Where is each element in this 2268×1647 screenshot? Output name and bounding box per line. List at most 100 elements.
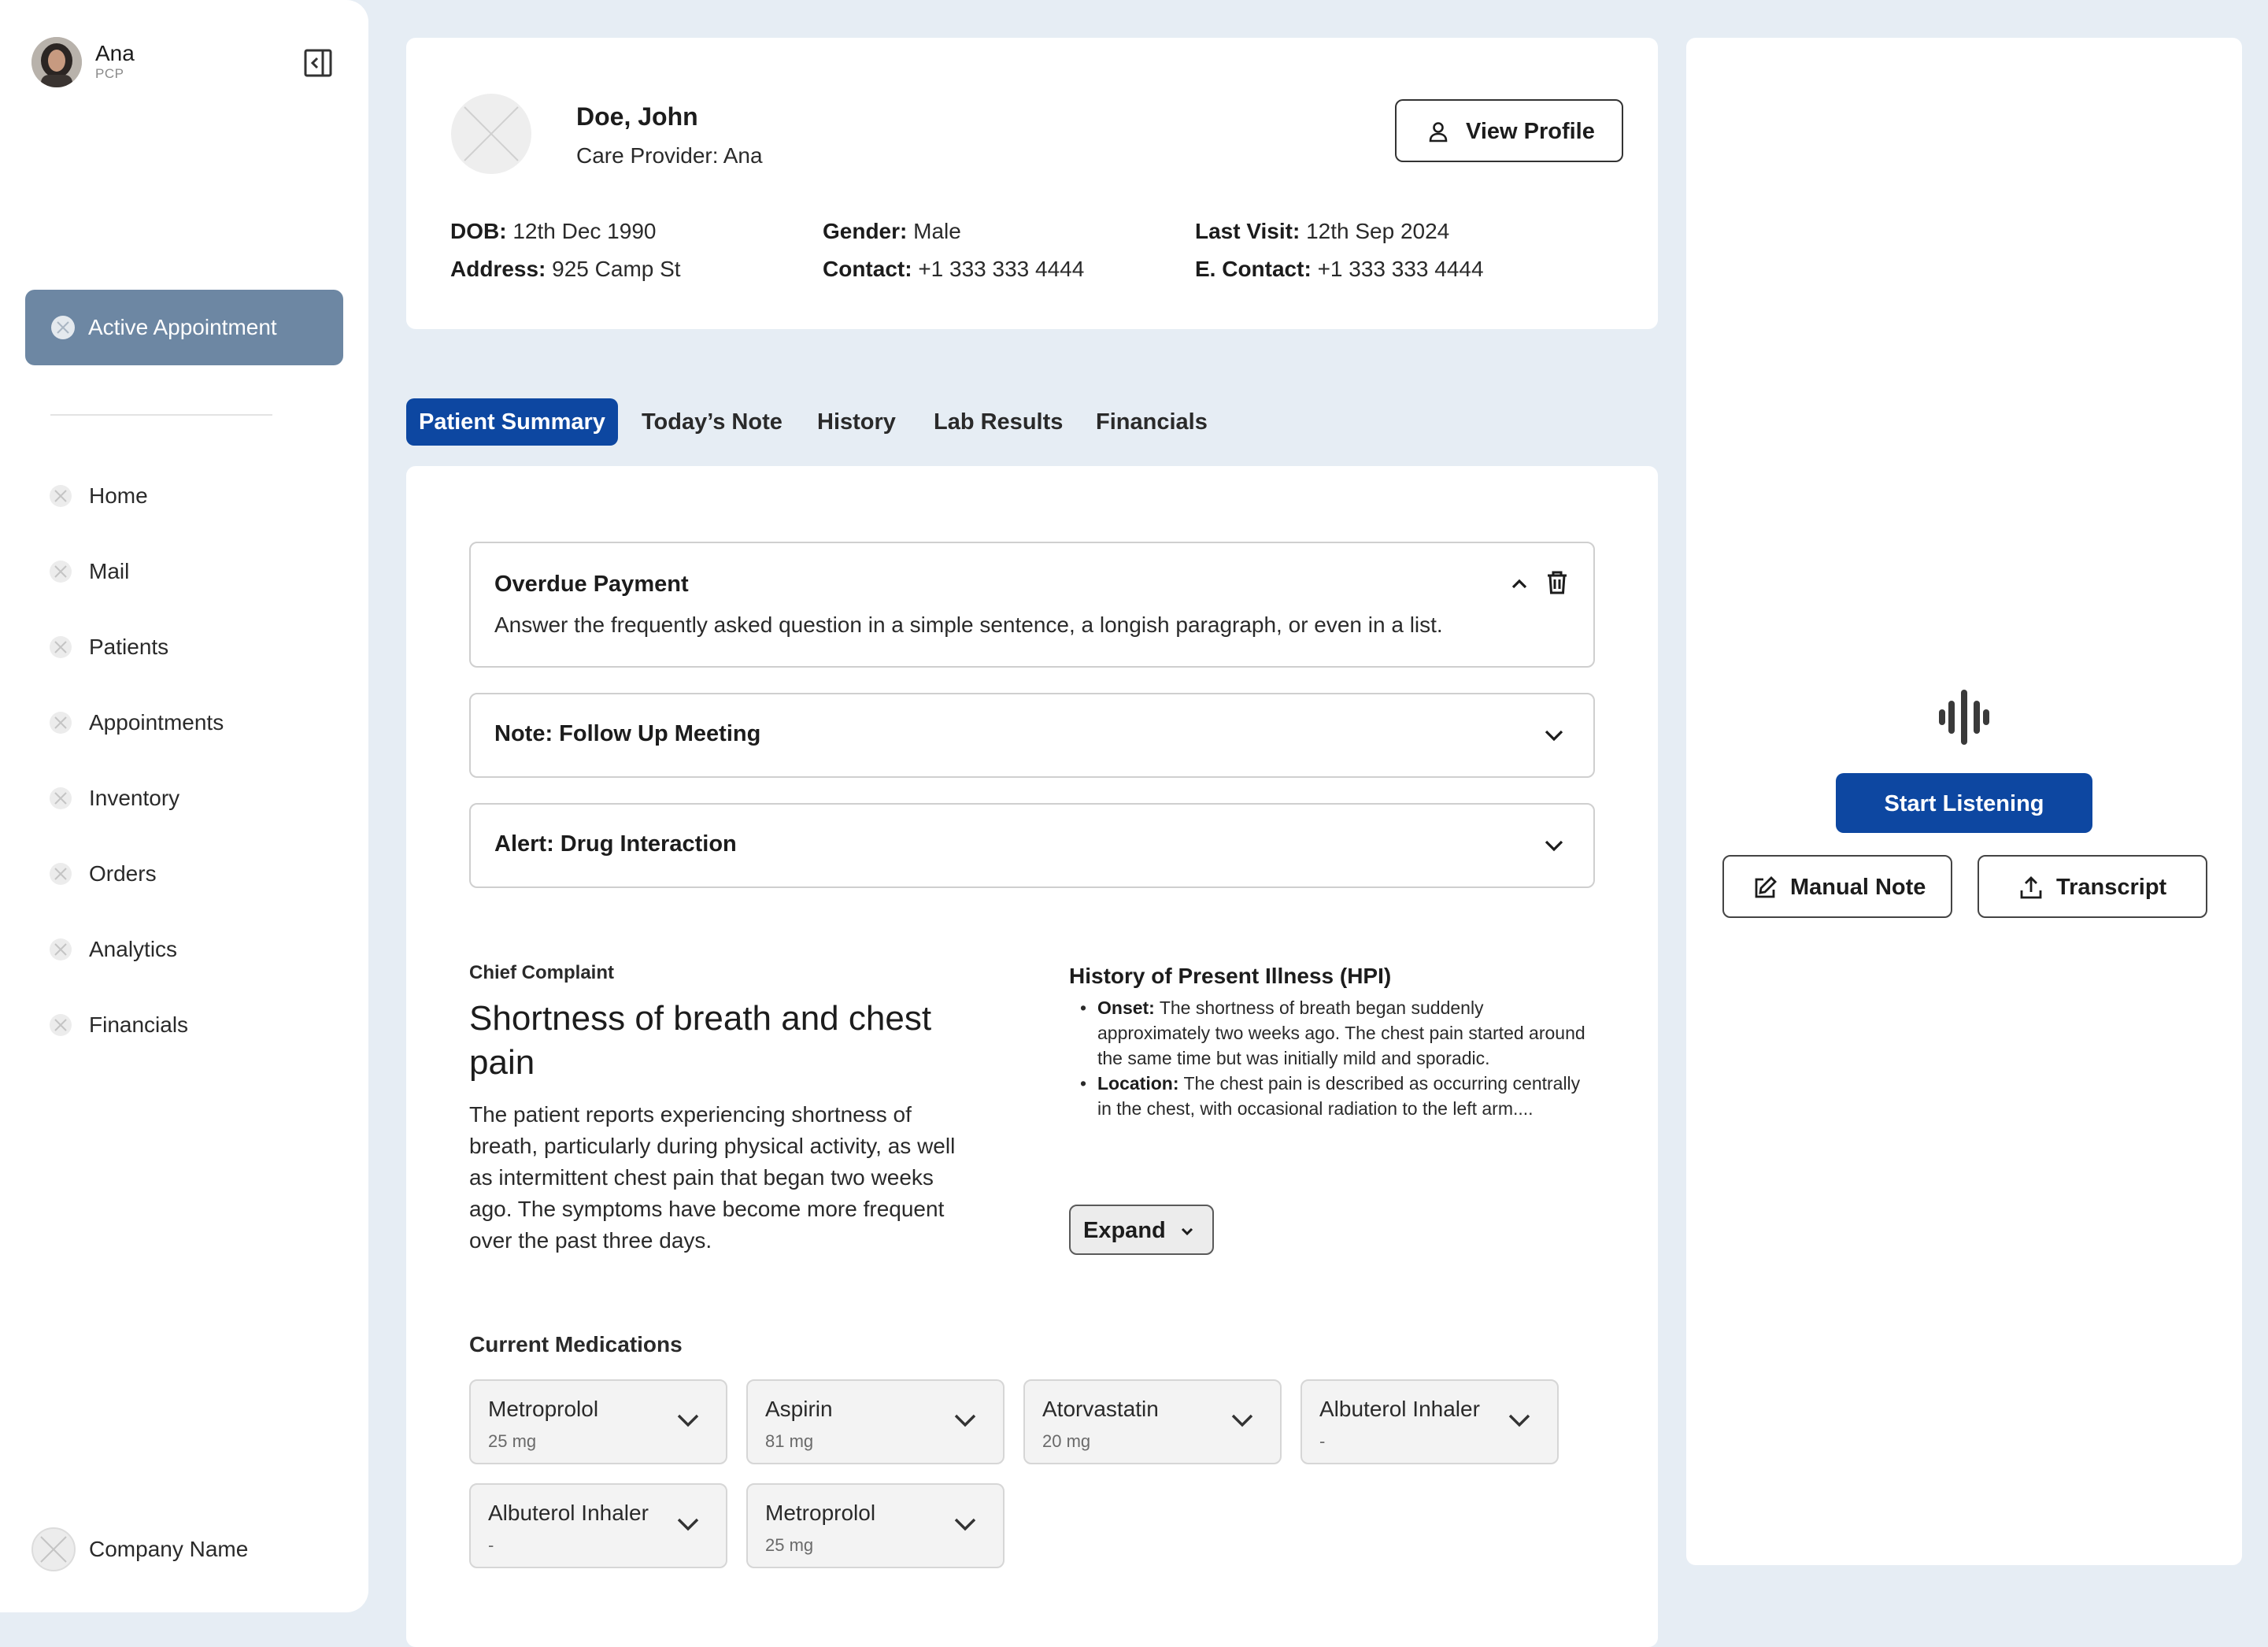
placeholder-icon	[49, 862, 72, 886]
medication-card[interactable]: Albuterol Inhaler -	[1300, 1379, 1559, 1464]
chevron-down-icon	[672, 1508, 704, 1540]
medication-name: Atorvastatin	[1042, 1397, 1159, 1421]
medication-name: Albuterol Inhaler	[488, 1501, 649, 1525]
sidebar-item-home[interactable]: Home	[31, 473, 331, 520]
user-name: Ana	[95, 41, 135, 65]
dob-field: DOB: 12th Dec 1990	[450, 219, 657, 243]
sidebar-divider	[50, 414, 272, 416]
company-logo	[31, 1527, 76, 1571]
contact-field: Contact: +1 333 333 4444	[823, 257, 1085, 281]
hpi-list: Onset: The shortness of breath began sud…	[1069, 995, 1589, 1170]
upload-icon	[2018, 875, 2044, 901]
sidebar-item-label: Orders	[89, 861, 157, 886]
expand-label: Expand	[1083, 1218, 1166, 1243]
active-appointment-button[interactable]: Active Appointment	[25, 290, 343, 365]
hpi-title: History of Present Illness (HPI)	[1069, 964, 1392, 988]
sidebar-item-orders[interactable]: Orders	[31, 851, 331, 898]
placeholder-icon	[49, 786, 72, 810]
placeholder-icon	[49, 938, 72, 961]
sidebar-item-appointments[interactable]: Appointments	[31, 700, 331, 747]
medication-name: Aspirin	[765, 1397, 833, 1421]
patient-header-card	[406, 38, 1658, 329]
active-appointment-label: Active Appointment	[88, 315, 277, 339]
company-name: Company Name	[89, 1537, 249, 1561]
medication-dose: -	[488, 1535, 494, 1555]
hpi-item: Onset: The shortness of breath began sud…	[1069, 995, 1589, 1071]
medication-dose: 20 mg	[1042, 1431, 1091, 1451]
sidebar-item-analytics[interactable]: Analytics	[31, 927, 331, 974]
address-field: Address: 925 Camp St	[450, 257, 681, 281]
accordion-title: Note: Follow Up Meeting	[494, 721, 761, 746]
hpi-item: Location: The chest pain is described as…	[1069, 1071, 1589, 1121]
sidebar-item-label: Appointments	[89, 710, 224, 735]
placeholder-icon	[49, 484, 72, 508]
user-icon	[1426, 120, 1450, 143]
hpi-expand-button[interactable]: Expand	[1069, 1205, 1214, 1255]
sidebar-item-label: Patients	[89, 635, 169, 659]
sidebar-item-inventory[interactable]: Inventory	[31, 775, 331, 823]
medication-name: Metroprolol	[765, 1501, 876, 1525]
chevron-up-icon[interactable]	[1507, 572, 1532, 597]
chevron-down-icon	[949, 1508, 981, 1540]
sidebar-item-label: Financials	[89, 1012, 189, 1037]
chevron-down-icon[interactable]	[1541, 723, 1567, 748]
medication-card[interactable]: Atorvastatin 20 mg	[1023, 1379, 1282, 1464]
chevron-down-icon	[672, 1405, 704, 1436]
user-avatar[interactable]	[31, 37, 82, 87]
placeholder-icon	[49, 1013, 72, 1037]
view-profile-button[interactable]: View Profile	[1395, 99, 1623, 162]
medication-card[interactable]: Aspirin 81 mg	[746, 1379, 1005, 1464]
placeholder-icon	[49, 560, 72, 583]
trash-icon[interactable]	[1545, 570, 1570, 595]
chief-complaint-description: The patient reports experiencing shortne…	[469, 1102, 956, 1253]
medication-dose: 25 mg	[488, 1431, 537, 1451]
tab-financials[interactable]: Financials	[1096, 398, 1208, 446]
care-provider: Care Provider: Ana	[576, 143, 763, 168]
sidebar-item-patients[interactable]: Patients	[31, 624, 331, 672]
medication-card[interactable]: Albuterol Inhaler -	[469, 1483, 727, 1568]
tab-lab-results[interactable]: Lab Results	[934, 398, 1063, 446]
accordion-overdue-payment[interactable]: Overdue Payment Answer the frequently as…	[469, 542, 1595, 668]
accordion-body: Answer the frequently asked question in …	[494, 613, 1443, 637]
patient-name: Doe, John	[576, 102, 698, 131]
sidebar-item-mail[interactable]: Mail	[31, 549, 331, 596]
accordion-follow-up-meeting[interactable]: Note: Follow Up Meeting	[469, 693, 1595, 778]
chief-complaint-title: Shortness of breath and chest pain	[469, 999, 932, 1082]
transcript-button[interactable]: Transcript	[1978, 855, 2207, 918]
transcript-label: Transcript	[2056, 875, 2167, 900]
audio-waveform-icon	[1938, 690, 1990, 745]
medication-dose: -	[1319, 1431, 1326, 1451]
chevron-down-icon	[949, 1405, 981, 1436]
accordion-title: Overdue Payment	[494, 572, 689, 597]
medication-card[interactable]: Metroprolol 25 mg	[746, 1483, 1005, 1568]
medication-card[interactable]: Metroprolol 25 mg	[469, 1379, 727, 1464]
gender-field: Gender: Male	[823, 219, 961, 243]
user-role: PCP	[95, 66, 124, 81]
chevron-down-icon[interactable]	[1541, 833, 1567, 858]
tab-history[interactable]: History	[817, 398, 896, 446]
placeholder-icon	[49, 711, 72, 735]
placeholder-icon	[50, 315, 76, 340]
manual-note-button[interactable]: Manual Note	[1722, 855, 1952, 918]
last-visit-field: Last Visit: 12th Sep 2024	[1195, 219, 1450, 243]
chevron-down-icon	[1504, 1405, 1535, 1436]
medication-name: Albuterol Inhaler	[1319, 1397, 1480, 1421]
tab-patient-summary[interactable]: Patient Summary	[406, 398, 618, 446]
sidebar-item-label: Home	[89, 483, 148, 508]
manual-note-label: Manual Note	[1790, 875, 1926, 900]
current-medications-title: Current Medications	[469, 1332, 683, 1356]
collapse-sidebar-icon[interactable]	[302, 47, 334, 79]
view-profile-label: View Profile	[1466, 119, 1595, 144]
tab-todays-note[interactable]: Today’s Note	[642, 398, 783, 446]
sidebar-item-label: Mail	[89, 559, 130, 583]
start-listening-button[interactable]: Start Listening	[1836, 773, 2092, 833]
emergency-contact-field: E. Contact: +1 333 333 4444	[1195, 257, 1484, 281]
medication-name: Metroprolol	[488, 1397, 599, 1421]
accordion-drug-interaction[interactable]: Alert: Drug Interaction	[469, 803, 1595, 888]
sidebar-item-financials[interactable]: Financials	[31, 1002, 331, 1049]
sidebar-item-label: Inventory	[89, 786, 180, 810]
sidebar-item-label: Analytics	[89, 937, 178, 961]
chief-complaint-label: Chief Complaint	[469, 962, 614, 983]
chevron-down-icon	[1176, 1220, 1198, 1242]
medication-dose: 25 mg	[765, 1535, 814, 1555]
